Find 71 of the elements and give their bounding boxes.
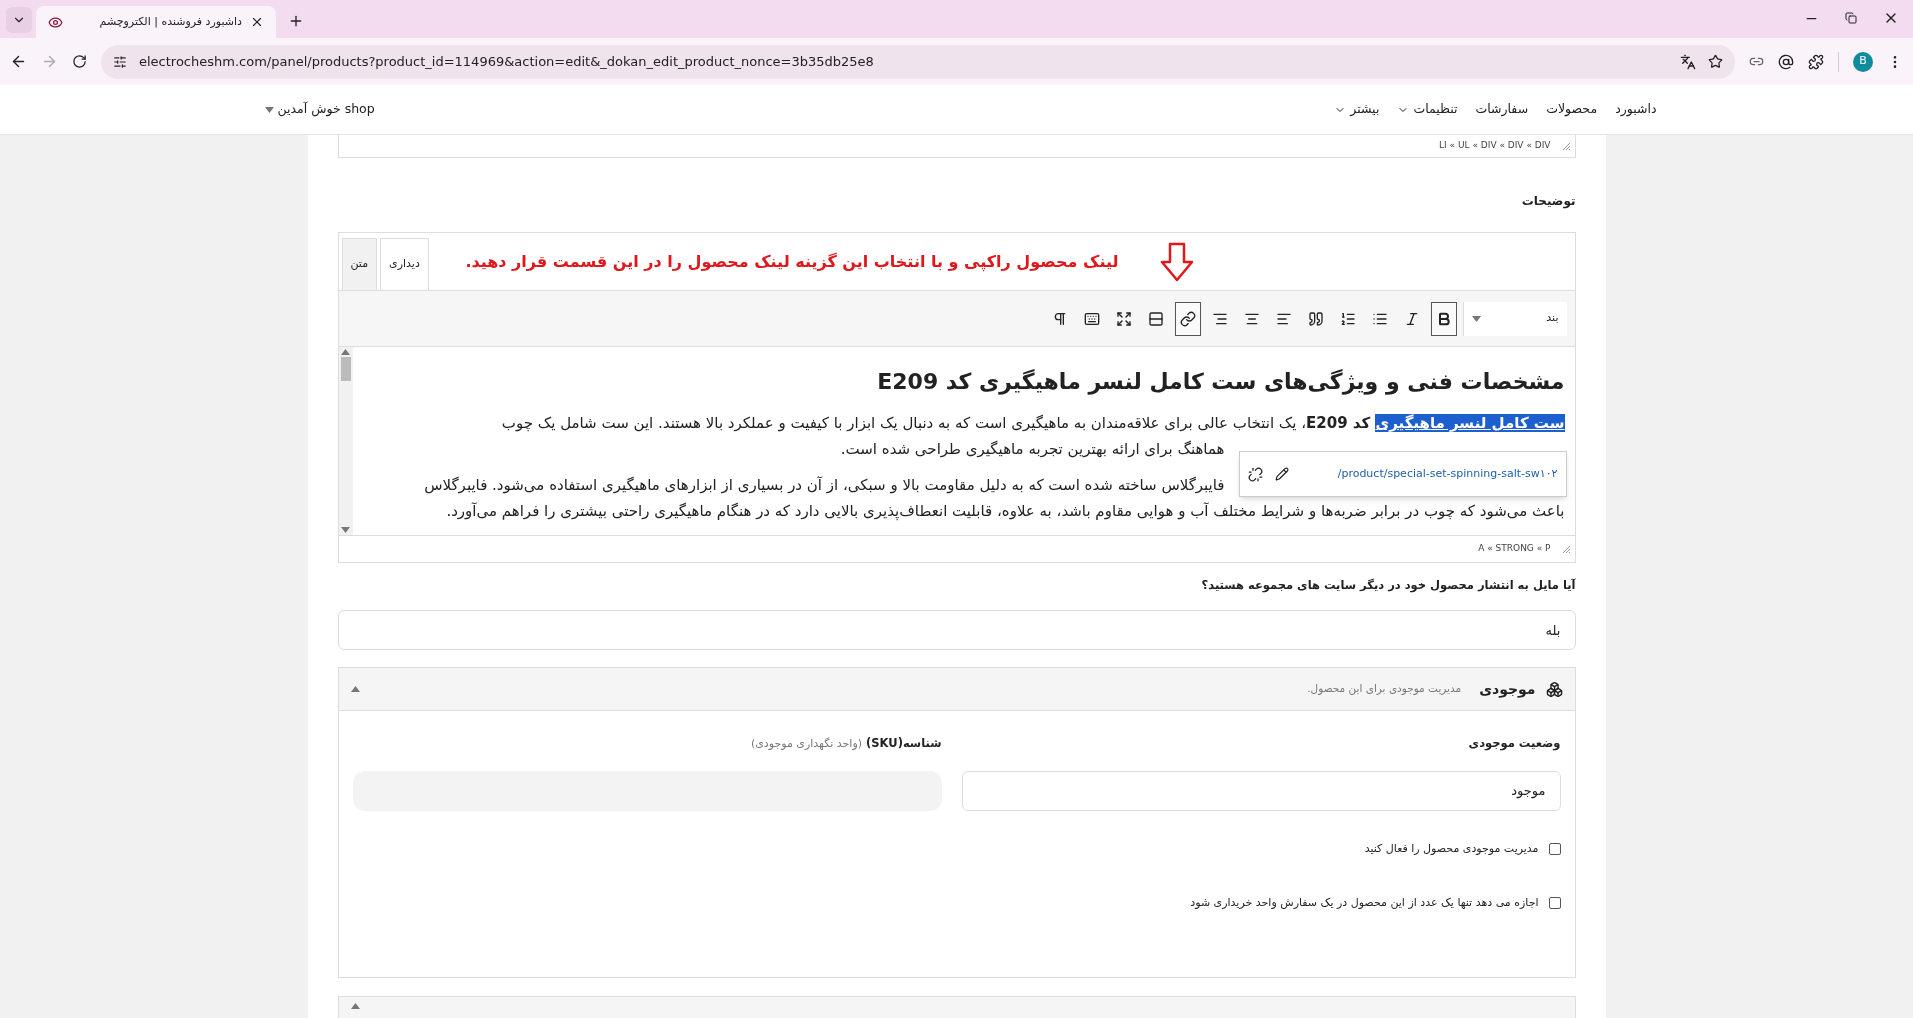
user-menu[interactable]: shop خوش آمدین — [264, 100, 375, 119]
keyboard-icon — [1083, 310, 1100, 327]
caret-up-icon[interactable] — [350, 686, 360, 693]
text-link[interactable]: ست کامل لنسر ماهیگیری — [1375, 414, 1565, 432]
nav-link[interactable]: تنظیمات — [1397, 100, 1458, 119]
link-url[interactable]: /product/special-set-spinning-salt-sw۱۰۲ — [1337, 465, 1558, 483]
new-tab-icon[interactable] — [288, 13, 304, 29]
bookmark-star-icon[interactable] — [1708, 54, 1723, 69]
editor-tab[interactable]: دیداری — [380, 238, 429, 290]
tab-list-button[interactable] — [6, 7, 32, 33]
toolbar-button[interactable] — [1174, 301, 1201, 336]
field-label: وضعیت موجودی — [1467, 735, 1561, 753]
caret-up-icon[interactable] — [341, 349, 350, 355]
element-path: A « STRONG « P — [1478, 542, 1551, 556]
panel-subtitle: مدیریت موجودی برای این محصول. — [1307, 681, 1462, 697]
field-label: آیا مایل به انتشار محصول خود در دیگر سایت های مجموعه هستید؟ — [1200, 577, 1576, 595]
publish-select[interactable]: بله — [337, 610, 1576, 651]
scrollbar[interactable] — [338, 347, 353, 535]
caret-up-icon[interactable] — [350, 1003, 360, 1010]
caret-down-icon[interactable] — [264, 106, 274, 113]
extensions-icon[interactable] — [1808, 53, 1824, 70]
element-path: LI « UL « DIV « DIV « DIV — [1439, 139, 1551, 153]
numbered-list-icon — [1339, 310, 1356, 327]
toolbar-button[interactable] — [1430, 301, 1457, 336]
browser-tab[interactable]: داشبورد فروشنده | الکتروچشم — [36, 6, 276, 38]
edit-icon[interactable] — [1274, 467, 1289, 481]
instruction-note: لینک محصول راکپی و با انتخاب این گزینه لینک محصول را در این قسمت قرار دهید. — [465, 250, 1119, 274]
translate-icon[interactable] — [1680, 53, 1696, 70]
nav-link[interactable]: سفارشات — [1475, 100, 1529, 119]
content-heading: مشخصات فنی و ویژگی‌های ست کامل لنسر ماهیگیری کد E209 — [876, 368, 1565, 397]
paragraph-text: ، یک انتخاب عالی برای علاقه‌مندان به ماهیگیری است که به دنبال یک ابزار با کیفیت و عملکرد بالا هستند. این ست شامل یک چوب — [501, 414, 1307, 432]
reload-icon[interactable] — [72, 54, 87, 69]
nav-link[interactable]: بیشتر — [1334, 100, 1380, 119]
field-label: شناسه(SKU) — [866, 735, 942, 753]
nav-link[interactable]: محصولات — [1546, 100, 1598, 119]
checkbox[interactable] — [1548, 842, 1561, 855]
stock-select[interactable]: موجود — [961, 770, 1561, 811]
profile-avatar[interactable]: B — [1853, 51, 1873, 72]
editor-tab[interactable]: متن — [341, 238, 378, 290]
checkbox[interactable] — [1548, 897, 1561, 910]
link-icon — [1179, 310, 1196, 327]
resize-grip-icon[interactable] — [1560, 141, 1571, 151]
caret-down-icon[interactable] — [341, 527, 350, 533]
panel-header[interactable]: موجودی مدیریت موجودی برای این محصول. — [338, 668, 1575, 712]
close-icon[interactable] — [250, 15, 264, 29]
eye-icon — [48, 14, 63, 30]
back-icon[interactable] — [10, 53, 27, 70]
scrollbar-thumb[interactable] — [340, 357, 351, 381]
restore-icon[interactable] — [1845, 12, 1857, 24]
down-arrow-icon — [1158, 241, 1195, 282]
panel-title: موجودی — [1479, 679, 1536, 700]
tab-title: داشبورد فروشنده | الکتروچشم — [98, 13, 242, 30]
address-bar[interactable]: electrocheshm.com/panel/products?product_id=114969&action=edit&_dokan_edit_product_nonce=3b35db25e8 — [101, 44, 1735, 79]
unlink-icon[interactable] — [1247, 466, 1263, 482]
checkbox-label: مدیریت موجودی محصول را فعال کنید — [1364, 840, 1539, 857]
field-label: توضیحات — [1520, 193, 1576, 210]
nav-link[interactable]: داشبورد — [1615, 100, 1657, 119]
fullscreen-icon — [1115, 310, 1132, 327]
url-text: electrocheshm.com/panel/products?product_id=114969&action=edit&_dokan_edit_product_nonce=3b35db25e8 — [139, 52, 875, 71]
checkbox-label: اجازه می دهد تنها یک عدد از این محصول در یک سفارش واحد خریداری شود — [1190, 895, 1539, 911]
field-hint: (واحد نگهداری موجودی) — [750, 735, 862, 752]
paragraph-text: باعث می‌شود که چوب در برابر ضربه‌ها و شرایط مختلف آب و هوایی مقاوم باشد، به علاوه، قابلیت انعطاف‌پذیری بالایی دارد که در هنگام ماهیگیری راحتی بیشتری را فراهم می‌آورد. — [446, 502, 1565, 520]
caret-down-icon[interactable] — [1471, 315, 1481, 322]
site-settings-icon[interactable] — [113, 54, 127, 69]
paragraph-text: هماهنگ برای ارائه بهترین تجربه ماهیگیری طراحی شده است. — [840, 440, 1225, 458]
resize-grip-icon[interactable] — [1560, 544, 1571, 554]
quote-icon — [1307, 310, 1324, 327]
boxes-icon — [1545, 680, 1563, 698]
paragraph-text: فایبرگلاس ساخته شده است که به دلیل مقاومت بالا و سبکی، از آن در بسیاری از ابزارهای ماهیگیری استفاده می‌شود. فایبرگلاس — [424, 476, 1225, 494]
bold-text: کد E209 — [1306, 414, 1372, 432]
format-select[interactable]: بند — [1462, 301, 1567, 336]
